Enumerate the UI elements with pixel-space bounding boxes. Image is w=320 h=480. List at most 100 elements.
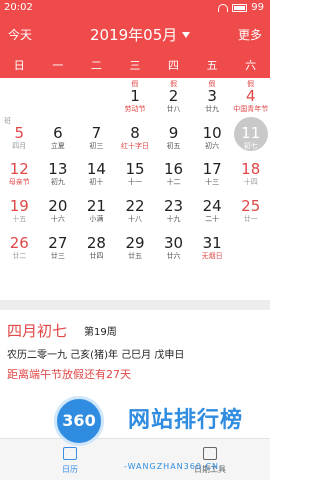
calendar-icon bbox=[63, 447, 77, 460]
day-cell[interactable]: 12 母亲节 bbox=[0, 151, 39, 188]
week-number: 第19周 bbox=[84, 327, 117, 338]
day-cell[interactable]: 29 廿五 bbox=[116, 225, 155, 262]
lunar-label: 中国青年节 bbox=[233, 105, 269, 113]
calendar-header: 今天 2019年05月 更多 bbox=[0, 16, 270, 54]
lunar-label: 廿八 bbox=[166, 105, 181, 113]
more-button[interactable]: 更多 bbox=[238, 26, 262, 43]
weekday-label: 五 bbox=[206, 59, 218, 72]
nav-calendar[interactable]: 日历 bbox=[50, 447, 90, 475]
watermark-url: -WANGZHAN360.CN- bbox=[124, 462, 223, 471]
lunar-label: 初九 bbox=[50, 178, 65, 187]
day-cell[interactable]: 31 无烟日 bbox=[193, 225, 232, 262]
bottom-nav: 日历 日期工具 bbox=[0, 438, 270, 480]
empty-cell bbox=[0, 78, 39, 115]
day-cell[interactable]: 16 十二 bbox=[154, 151, 193, 188]
day-cell[interactable]: 假 4 中国青年节 bbox=[231, 78, 270, 115]
lunar-label: 红十字日 bbox=[120, 141, 149, 150]
day-cell[interactable]: 6 立夏 bbox=[39, 115, 78, 152]
day-number: 9 bbox=[168, 123, 179, 142]
lunar-label: 十九 bbox=[166, 215, 181, 223]
day-cell[interactable]: 23 十九 bbox=[154, 188, 193, 225]
lunar-label: 初五 bbox=[166, 141, 181, 150]
status-bar: 20:02 99 bbox=[0, 0, 270, 16]
day-cell[interactable]: 15 十一 bbox=[116, 151, 155, 188]
tools-icon bbox=[203, 447, 217, 460]
lunar-label: 廿三 bbox=[50, 251, 65, 260]
lunar-label: 廿二 bbox=[12, 251, 27, 260]
day-number: 15 bbox=[125, 160, 145, 179]
day-number: 25 bbox=[241, 197, 261, 215]
day-cell[interactable]: 假 3 廿九 bbox=[193, 78, 232, 115]
day-cell[interactable]: 13 初九 bbox=[39, 151, 78, 188]
holiday-countdown: 距离端午节放假还有27天 bbox=[7, 368, 131, 381]
day-cell[interactable]: 30 廿六 bbox=[154, 225, 193, 262]
lunar-label: 二十 bbox=[205, 215, 220, 223]
day-cell[interactable]: 19 十五 bbox=[0, 188, 39, 225]
day-number: 17 bbox=[202, 160, 222, 179]
day-cell[interactable]: 班 5 四月 bbox=[0, 115, 39, 152]
day-cell[interactable]: 25 廿一 bbox=[231, 188, 270, 225]
day-number: 31 bbox=[202, 233, 222, 252]
day-cell[interactable]: 假 1 劳动节 bbox=[116, 78, 155, 115]
day-number: 1 bbox=[130, 87, 140, 105]
weekday-label: 六 bbox=[245, 59, 257, 72]
lunar-label: 母亲节 bbox=[8, 178, 30, 187]
day-number: 30 bbox=[164, 233, 184, 252]
status-icons: 99 bbox=[218, 2, 264, 13]
day-cell[interactable]: 21 小满 bbox=[77, 188, 116, 225]
day-cell[interactable]: 7 初三 bbox=[77, 115, 116, 152]
nav-calendar-label: 日历 bbox=[62, 465, 78, 474]
day-number: 18 bbox=[241, 160, 261, 179]
lunar-label: 四月 bbox=[12, 141, 27, 150]
weekday-label: 一 bbox=[52, 59, 64, 72]
day-number: 13 bbox=[48, 160, 68, 179]
day-number: 2 bbox=[168, 87, 179, 105]
day-number: 20 bbox=[48, 197, 68, 215]
battery-icon bbox=[232, 3, 248, 12]
day-cell[interactable]: 27 廿三 bbox=[39, 225, 78, 262]
weekday-label: 四 bbox=[168, 59, 180, 72]
lunar-date: 四月初七 bbox=[7, 322, 68, 340]
status-time: 20:02 bbox=[4, 2, 33, 13]
lunar-label: 廿一 bbox=[243, 215, 258, 223]
lunar-label: 初三 bbox=[89, 141, 104, 150]
day-number: 8 bbox=[130, 123, 140, 142]
day-cell[interactable]: 24 二十 bbox=[193, 188, 232, 225]
day-cell[interactable]: 11 初七 bbox=[231, 115, 270, 152]
day-number: 4 bbox=[245, 87, 256, 105]
day-cell[interactable]: 22 十八 bbox=[116, 188, 155, 225]
day-number: 5 bbox=[14, 123, 25, 142]
day-number: 14 bbox=[86, 160, 106, 179]
day-number: 7 bbox=[91, 123, 102, 142]
day-cell[interactable]: 9 初五 bbox=[154, 115, 193, 152]
lunar-label: 十六 bbox=[50, 215, 65, 223]
lunar-label: 小满 bbox=[89, 215, 104, 223]
day-cell[interactable]: 10 初六 bbox=[193, 115, 232, 152]
lunar-label: 无烟日 bbox=[201, 251, 223, 260]
watermark-logo: 360 bbox=[54, 396, 104, 446]
wifi-icon bbox=[218, 3, 229, 12]
day-cell[interactable]: 17 十三 bbox=[193, 151, 232, 188]
day-number: 28 bbox=[86, 233, 106, 252]
day-cell[interactable]: 8 红十字日 bbox=[116, 115, 155, 152]
day-cell[interactable]: 28 廿四 bbox=[77, 225, 116, 262]
day-cell[interactable]: 假 2 廿八 bbox=[154, 78, 193, 115]
month-selector[interactable]: 2019年05月 bbox=[90, 24, 191, 45]
day-cell[interactable]: 20 十六 bbox=[39, 188, 78, 225]
day-cell[interactable]: 26 廿二 bbox=[0, 225, 39, 262]
day-cell[interactable]: 14 初十 bbox=[77, 151, 116, 188]
day-number: 22 bbox=[125, 197, 145, 215]
lunar-label: 初十 bbox=[89, 178, 104, 187]
lunar-label: 十八 bbox=[127, 215, 142, 223]
day-number: 21 bbox=[86, 197, 106, 215]
day-cell[interactable]: 18 十四 bbox=[231, 151, 270, 188]
today-button[interactable]: 今天 bbox=[8, 26, 32, 43]
watermark-title: 网站排行榜 bbox=[128, 408, 244, 433]
holiday-tag: 假 bbox=[208, 80, 216, 88]
lunar-label: 初六 bbox=[205, 141, 220, 150]
weekday-label: 二 bbox=[90, 59, 102, 72]
lunar-label: 十一 bbox=[127, 178, 142, 187]
lunar-label: 廿四 bbox=[89, 251, 104, 260]
lunar-label: 廿九 bbox=[205, 105, 220, 113]
day-number: 23 bbox=[164, 197, 184, 215]
